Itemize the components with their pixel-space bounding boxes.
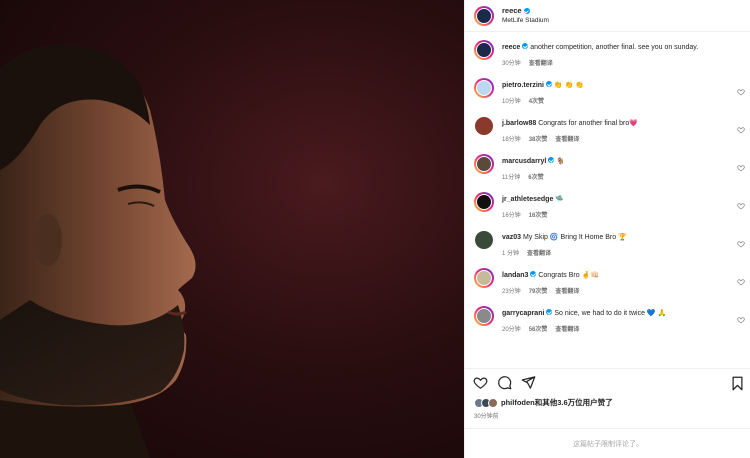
see-translation-link[interactable]: 查看翻译 [555,324,579,333]
verified-badge-icon [523,7,530,14]
comment-text: marcusdarryl 🐐 [502,157,722,166]
comment-text: garrycaprani So nice, we had to do it tw… [502,309,722,318]
comment-like-count[interactable]: 38次赞 [529,134,548,143]
comment-like-heart-icon[interactable] [737,126,745,134]
comment-text: pietro.terzini 👏 👏 👏 [502,81,722,90]
comment-body: Congrats Bro 🤞👊🏻 [538,272,599,279]
commenter-avatar[interactable] [474,306,494,326]
post-header: reece MetLife Stadium [465,0,750,32]
post-location[interactable]: MetLife Stadium [502,17,549,25]
comment-time: 20分钟 [502,327,521,334]
commenter-avatar[interactable] [474,268,494,288]
comment-like-heart-icon[interactable] [737,240,745,248]
commenter-username[interactable]: pietro.terzini [502,82,544,89]
comment-like-count[interactable]: 4次赞 [529,96,544,105]
commenter-username[interactable]: vaz03 [502,234,521,241]
comment-time: 11分钟 [502,175,521,182]
caption: reece another competition, another final… [465,36,750,70]
commenter-avatar[interactable] [474,154,494,174]
comment-time: 10分钟 [502,99,521,106]
comment-like-heart-icon[interactable] [737,164,745,172]
comment-time: 16分钟 [502,213,521,220]
comment-like-count[interactable]: 16次赞 [529,210,548,219]
comment-body: 🛸 [555,196,565,203]
liker-avatar [488,397,498,408]
verified-badge-icon [530,271,537,277]
comment-like-heart-icon[interactable] [737,202,745,210]
comment-item: j.barlow88 Congrats for another final br… [465,112,750,146]
commenter-username[interactable]: garrycaprani [502,310,544,317]
comment-item: vaz03 My Skip 🌀 Bring It Home Bro 🏆 1 分钟查… [465,226,750,260]
commenter-username[interactable]: jr_athletesedge [502,196,553,203]
caption-username[interactable]: reece [502,44,520,51]
comment-body: Congrats for another final bro💗 [538,120,638,127]
heart-icon[interactable] [473,375,488,390]
caption-text: reece another competition, another final… [502,43,722,52]
athlete-profile-illustration [0,44,196,458]
commenter-avatar[interactable] [474,116,494,136]
comment-text: landan3 Congrats Bro 🤞👊🏻 [502,271,722,280]
instagram-post-view: reece MetLife Stadium reece another comp… [0,0,750,458]
commenter-username[interactable]: marcusdarryl [502,158,546,165]
author-username[interactable]: reece [502,6,530,15]
comment-like-heart-icon[interactable] [737,316,745,324]
comments-restricted-notice: 这篇帖子限制评论了。 [465,428,750,458]
see-translation-link[interactable]: 查看翻译 [529,58,553,67]
comment-item: marcusdarryl 🐐 11分钟 6次赞 [465,150,750,184]
comment-text: vaz03 My Skip 🌀 Bring It Home Bro 🏆 [502,233,722,242]
comment-like-count[interactable]: 79次赞 [529,286,548,295]
caption-avatar[interactable] [474,40,494,60]
share-icon[interactable] [521,375,536,390]
comment-item: jr_athletesedge 🛸 16分钟 16次赞 [465,188,750,222]
bookmark-icon[interactable] [731,376,744,391]
commenter-avatar[interactable] [474,78,494,98]
comment-time: 23分钟 [502,289,521,296]
comments-restricted-text: 这篇帖子限制评论了。 [573,440,643,448]
comment-like-count[interactable]: 56次赞 [529,324,548,333]
likes-summary[interactable]: philfoden和其他3.6万位用户赞了 [474,397,613,408]
comment-body: So nice, we had to do it twice 💙 🙏 [554,310,667,317]
caption-time: 30分钟 [502,61,521,68]
post-photo[interactable] [0,0,464,458]
see-translation-link[interactable]: 查看翻译 [527,248,551,257]
author-username-text[interactable]: reece [502,6,522,15]
comment-like-count[interactable]: 6次赞 [528,172,543,181]
comment-like-heart-icon[interactable] [737,278,745,286]
comment-time: 1 分钟 [502,251,520,258]
see-translation-link[interactable]: 查看翻译 [555,286,579,295]
comment-body: My Skip 🌀 Bring It Home Bro 🏆 [523,234,627,241]
comment-text: jr_athletesedge 🛸 [502,195,722,204]
comment-icon[interactable] [497,375,512,390]
likes-count[interactable]: philfoden和其他3.6万位用户赞了 [501,397,613,408]
author-avatar[interactable] [474,5,494,26]
commenter-avatar[interactable] [474,192,494,212]
verified-badge-icon [546,309,553,315]
verified-badge-icon [548,157,555,163]
caption-body: another competition, another final. see … [530,44,699,51]
comment-like-heart-icon[interactable] [737,88,745,96]
commenter-username[interactable]: j.barlow88 [502,120,536,127]
comment-text: j.barlow88 Congrats for another final br… [502,119,722,128]
verified-badge-icon [522,43,529,49]
comment-item: landan3 Congrats Bro 🤞👊🏻 23分钟 79次赞 查看翻译 [465,264,750,298]
comment-item: garrycaprani So nice, we had to do it tw… [465,302,750,336]
comment-body: 🐐 [556,158,565,165]
verified-badge-icon [545,81,552,87]
comment-body: 👏 👏 👏 [553,82,584,89]
commenter-username[interactable]: landan3 [502,272,528,279]
post-side-panel: reece MetLife Stadium reece another comp… [464,0,750,458]
commenter-avatar[interactable] [474,230,494,250]
see-translation-link[interactable]: 查看翻译 [555,134,579,143]
comment-item: pietro.terzini 👏 👏 👏 10分钟 4次赞 [465,74,750,108]
post-timestamp: 30分钟前 [474,414,499,420]
post-actions [465,368,750,396]
comment-time: 18分钟 [502,137,521,144]
